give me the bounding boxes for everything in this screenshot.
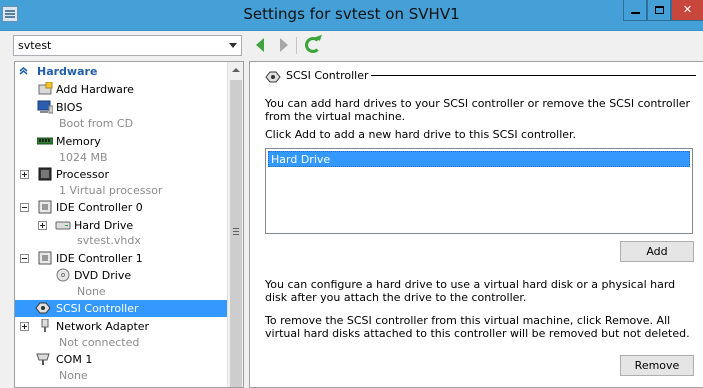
collapse-chevron-icon (19, 67, 28, 75)
tree-item-memory-detail: 1024 MB (15, 150, 227, 167)
tree-scrollbar[interactable] (227, 62, 243, 387)
add-button[interactable]: Add (620, 241, 694, 262)
tree-item-com-1-detail: None (15, 368, 227, 385)
dvd-drive-icon (56, 268, 70, 282)
close-icon: ✕ (682, 3, 693, 16)
tree-item-add-hardware[interactable]: Add Hardware (15, 81, 227, 98)
tree-item-bios[interactable]: BIOS (15, 99, 227, 116)
tree-item-label: Add Hardware (56, 83, 134, 96)
tree-item-ide-controller-0[interactable]: IDE Controller 0 (15, 199, 227, 216)
configure-text: You can configure a hard drive to use a … (265, 278, 676, 304)
tree-item-label: Hard Drive (74, 219, 134, 232)
hardware-tree-panel: Hardware Add Hardware BIOS Boot from CD (14, 61, 244, 388)
vm-selector-value: svtest (18, 39, 52, 52)
expand-icon[interactable] (20, 322, 29, 331)
tree-item-sublabel: 1024 MB (59, 151, 108, 164)
settings-detail-panel: SCSI Controller You can add hard drives … (249, 61, 703, 388)
hardware-section-header[interactable]: Hardware (15, 63, 227, 80)
tree-item-label: IDE Controller 1 (56, 252, 143, 265)
click-add-text: Click Add to add a new hard drive to thi… (265, 128, 577, 141)
add-hardware-icon (38, 82, 53, 95)
bios-icon (37, 100, 53, 114)
tree-item-sublabel: None (77, 285, 106, 298)
intro-text: You can add hard drives to your SCSI con… (265, 97, 691, 123)
drive-type-list[interactable]: Hard Drive (265, 148, 693, 234)
back-arrow-icon[interactable] (256, 38, 264, 52)
processor-icon (38, 167, 52, 181)
tree-item-network-adapter-detail: Not connected (15, 335, 227, 352)
hardware-tree: Hardware Add Hardware BIOS Boot from CD (15, 62, 227, 387)
toolbar-divider (296, 37, 297, 54)
scsi-controller-icon (265, 71, 281, 83)
ide-controller-icon (38, 200, 52, 214)
maximize-icon (654, 6, 664, 14)
collapse-icon[interactable] (20, 254, 29, 263)
window-title: Settings for svtest on SVHV1 (243, 5, 460, 23)
forward-arrow-icon[interactable] (280, 38, 288, 52)
tree-item-hard-drive-detail: svtest.vhdx (15, 233, 227, 250)
com-port-icon (36, 353, 50, 365)
scrollbar-grip-icon (233, 228, 239, 229)
tree-item-label: IDE Controller 0 (56, 201, 143, 214)
tree-item-label: BIOS (56, 101, 83, 114)
tree-item-label: COM 1 (56, 353, 93, 366)
tree-item-com-1[interactable]: COM 1 (15, 351, 227, 368)
scsi-controller-icon (35, 302, 51, 314)
tree-item-processor[interactable]: Processor (15, 166, 227, 183)
network-adapter-icon (41, 319, 49, 332)
tree-item-dvd-drive[interactable]: DVD Drive (15, 267, 227, 284)
tree-item-dvd-drive-detail: None (15, 284, 227, 301)
scroll-up-arrow-icon[interactable] (232, 68, 240, 72)
list-item-hard-drive[interactable]: Hard Drive (268, 151, 690, 167)
tree-item-processor-detail: 1 Virtual processor (15, 183, 227, 200)
tree-item-sublabel: svtest.vhdx (77, 234, 141, 247)
scrollbar-thumb[interactable] (230, 80, 242, 387)
tree-item-label: Network Adapter (56, 320, 150, 333)
toolbar: svtest (0, 31, 703, 60)
refresh-icon[interactable] (305, 37, 321, 53)
tree-item-bios-detail: Boot from CD (15, 116, 227, 133)
memory-icon (37, 137, 53, 145)
minimize-button[interactable] (623, 0, 647, 21)
section-title: SCSI Controller (286, 69, 369, 82)
maximize-button[interactable] (647, 0, 671, 21)
tree-item-ide-controller-1[interactable]: IDE Controller 1 (15, 250, 227, 267)
vm-selector-dropdown[interactable]: svtest (13, 35, 242, 56)
ide-controller-icon (38, 251, 52, 265)
tree-item-sublabel: Boot from CD (59, 117, 134, 130)
tree-item-label: DVD Drive (74, 269, 132, 282)
expand-icon[interactable] (20, 170, 29, 179)
hardware-header-label: Hardware (37, 65, 98, 78)
remove-button[interactable]: Remove (620, 355, 694, 376)
tree-item-hard-drive[interactable]: Hard Drive (15, 217, 227, 234)
chevron-down-icon (229, 43, 237, 48)
hard-drive-icon (55, 221, 71, 230)
remove-text: To remove the SCSI controller from this … (265, 314, 690, 340)
tree-item-scsi-controller[interactable]: SCSI Controller (15, 300, 227, 317)
tree-item-network-adapter[interactable]: Network Adapter (15, 318, 227, 335)
collapse-icon[interactable] (20, 203, 29, 212)
tree-item-sublabel: Not connected (59, 336, 140, 349)
tree-item-sublabel: 1 Virtual processor (59, 184, 163, 197)
tree-item-label: Processor (56, 168, 109, 181)
tree-item-memory[interactable]: Memory (15, 133, 227, 150)
title-bar: Settings for svtest on SVHV1 ✕ (0, 0, 703, 31)
tree-item-label: Memory (56, 135, 101, 148)
minimize-icon (630, 12, 640, 14)
tree-item-sublabel: None (59, 369, 88, 382)
list-item-label: Hard Drive (271, 153, 331, 166)
expand-icon[interactable] (38, 221, 47, 230)
close-button[interactable]: ✕ (671, 0, 703, 21)
section-divider (371, 75, 696, 76)
tree-item-label: SCSI Controller (56, 302, 139, 315)
